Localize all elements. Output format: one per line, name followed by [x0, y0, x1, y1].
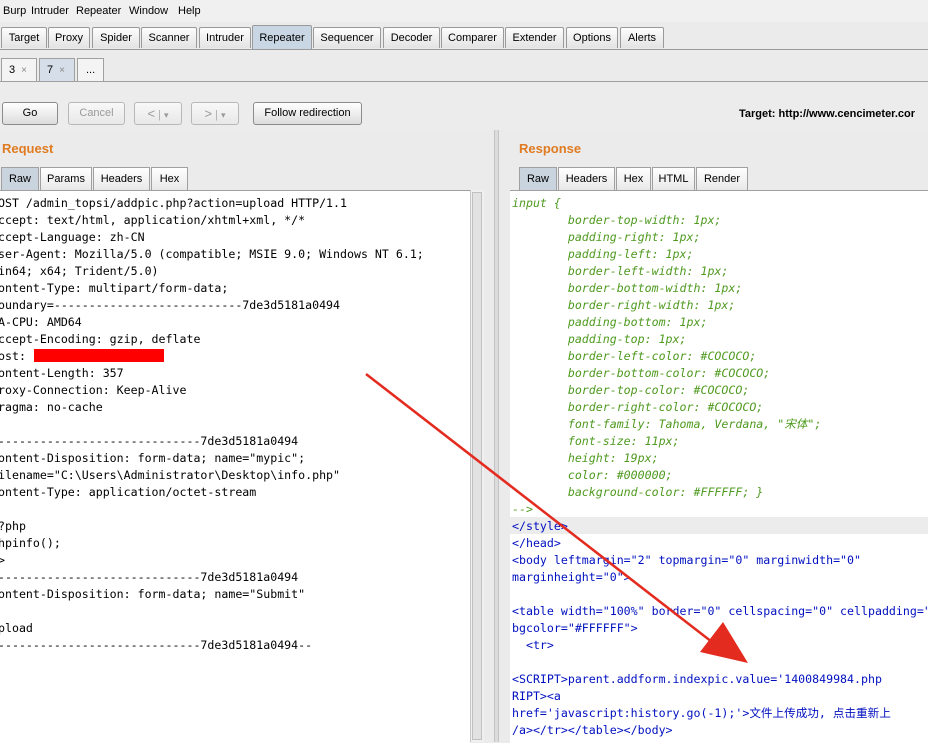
arrow-head: [700, 622, 748, 663]
arrow-shaft: [365, 373, 713, 643]
red-arrow-annotation: [365, 373, 748, 663]
